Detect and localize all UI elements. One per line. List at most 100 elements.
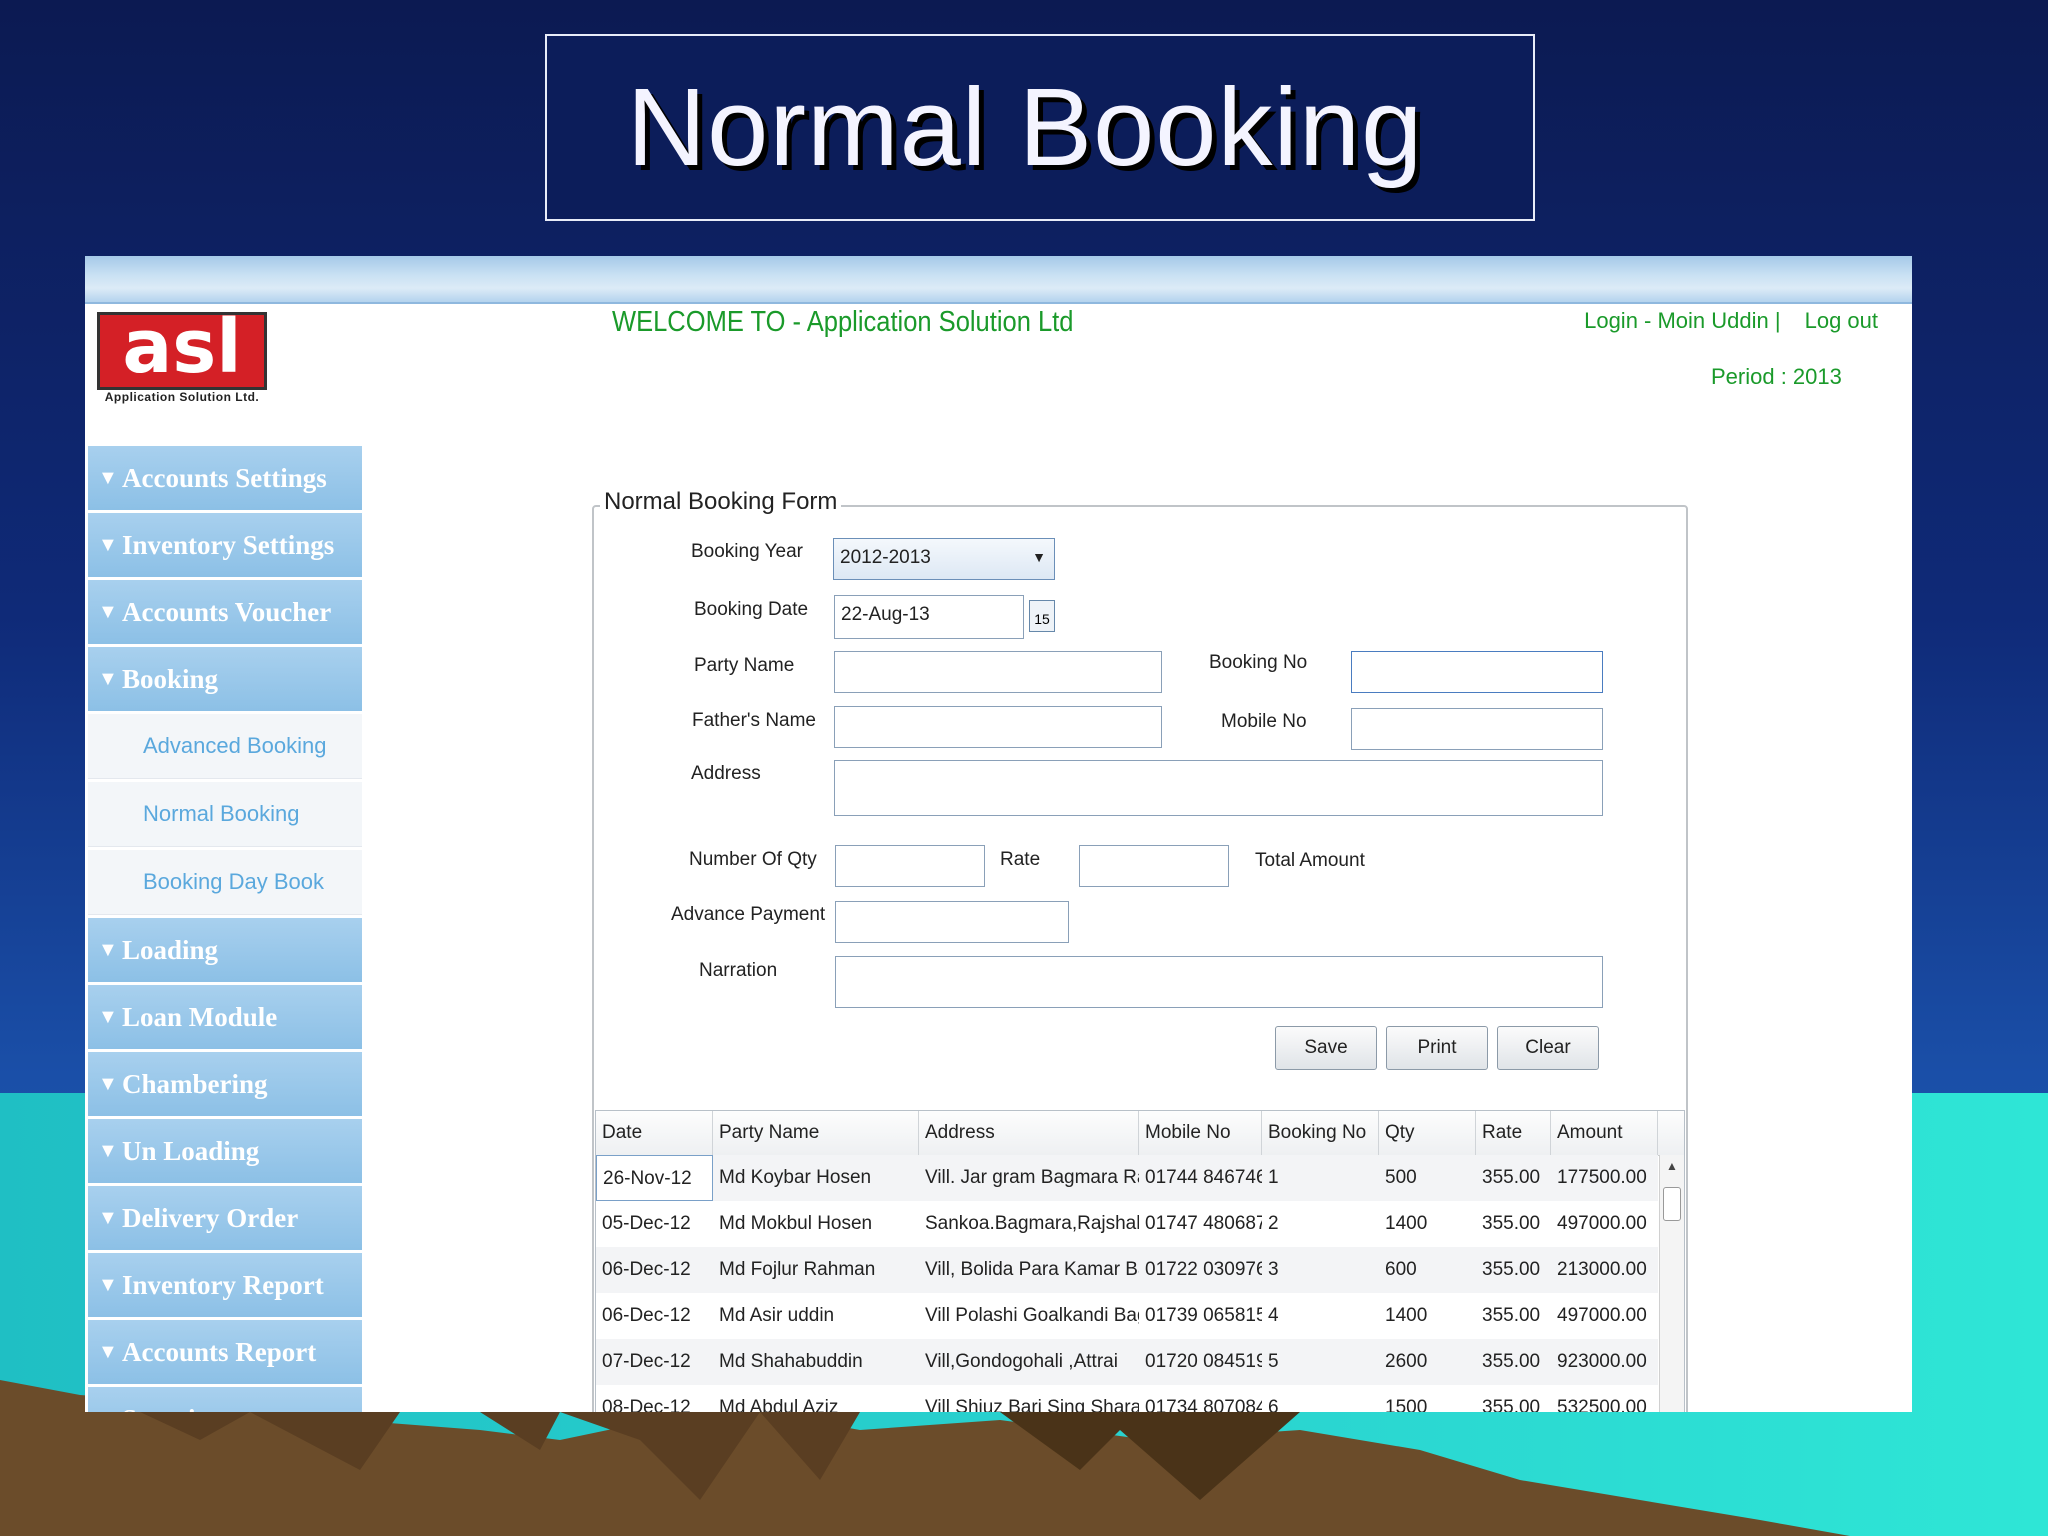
scroll-thumb[interactable] [1663,1187,1681,1221]
cell-qty: 2600 [1385,1351,1428,1372]
sidebar-item-label: Accounts Voucher [122,596,332,627]
number-of-qty-field[interactable] [835,845,985,887]
sidebar-item-accounts-voucher[interactable]: ▼ Accounts Voucher [88,580,362,644]
triangle-down-icon: ▼ [98,1408,118,1413]
cell-booking-no: 3 [1268,1259,1279,1280]
sidebar-subitem-booking-day-book[interactable]: Booking Day Book [88,850,362,915]
sidebar-item-inventory-settings[interactable]: ▼ Inventory Settings [88,513,362,577]
triangle-down-icon: ▼ [98,938,118,961]
period-label: Period : 2013 [1711,364,1842,389]
cell-qty: 1400 [1385,1305,1428,1326]
cell-party-name: Md Mokbul Hosen [719,1213,873,1234]
cell-booking-no: 4 [1268,1305,1279,1326]
table-row[interactable]: 06-Dec-12 Md Fojlur Rahman Vill, Bolida Pa… [596,1247,1658,1293]
column-header-mobile-no[interactable]: Mobile No [1139,1111,1262,1155]
logo-subtitle: Application Solution Ltd. [104,390,260,404]
sidebar-item-accounts-report[interactable]: ▼ Accounts Report [88,1320,362,1384]
party-name-label: Party Name [694,655,795,676]
booking-year-select[interactable]: 2012-2013 ▼ [833,538,1055,580]
table-row[interactable]: 05-Dec-12 Md Mokbul Hosen Sankoa.Bagmara,R… [596,1201,1658,1247]
triangle-down-icon: ▼ [98,600,118,623]
login-user-link[interactable]: Login - Moin Uddin | [1584,308,1781,333]
sidebar-item-inventory-report[interactable]: ▼ Inventory Report [88,1253,362,1317]
cell-mobile-no: 01734 807084 [1145,1397,1262,1412]
cell-mobile-no: 01720 084519 [1145,1351,1262,1372]
logo-text: asl [122,304,242,390]
cell-mobile-no: 01747 480687 [1145,1213,1262,1234]
column-header-qty[interactable]: Qty [1379,1111,1476,1155]
cell-party-name: Md Asir uddin [719,1305,835,1326]
rate-field[interactable] [1079,845,1229,887]
address-field[interactable] [834,760,1603,816]
column-header-rate[interactable]: Rate [1476,1111,1551,1155]
logout-link[interactable]: Log out [1805,308,1878,333]
cell-date: 06-Dec-12 [602,1259,691,1280]
mobile-no-field[interactable] [1351,708,1603,750]
company-logo: asl Application Solution Ltd. [97,304,267,408]
sidebar-item-accounts-settings[interactable]: ▼ Accounts Settings [88,446,362,510]
cell-amount: 532500.00 [1557,1397,1647,1412]
sidebar-subitem-normal-booking[interactable]: Normal Booking [88,782,362,847]
sidebar-item-booking[interactable]: ▼ Booking [88,647,362,711]
sidebar-item-loading[interactable]: ▼ Loading [88,918,362,982]
sidebar-item-label: Accounts Settings [122,462,327,493]
sidebar-item-delivery-order[interactable]: ▼ Delivery Order [88,1186,362,1250]
sidebar-item-label: Loan Module [122,1001,278,1032]
cell-party-name: Md Koybar Hosen [719,1167,872,1188]
sidebar-item-label: Accounts Report [122,1336,317,1367]
triangle-down-icon: ▼ [98,1072,118,1095]
table-row[interactable]: 06-Dec-12 Md Asir uddin Vill Polashi Goalk… [596,1293,1658,1339]
booking-year-value: 2012-2013 [840,547,931,568]
table-row[interactable]: 08-Dec-12 Md Abdul Aziz Vill Shiuz Bari Si… [596,1385,1658,1412]
sidebar-item-label: Booking [122,663,219,694]
cell-rate: 355.00 [1482,1397,1541,1412]
cell-amount: 213000.00 [1557,1259,1647,1280]
login-area: Login - Moin Uddin | Log out [1584,308,1878,334]
column-header-party-name[interactable]: Party Name [713,1111,919,1155]
save-button[interactable]: Save [1275,1026,1377,1070]
fathers-name-field[interactable] [834,706,1162,748]
scroll-up-arrow-icon[interactable]: ▲ [1666,1159,1678,1173]
print-button[interactable]: Print [1386,1026,1488,1070]
chevron-down-icon: ▼ [1032,549,1046,565]
sidebar-item-un-loading[interactable]: ▼ Un Loading [88,1119,362,1183]
narration-field[interactable] [835,956,1603,1008]
triangle-down-icon: ▼ [98,466,118,489]
app-top-bar [85,256,1912,304]
narration-label: Narration [699,960,778,981]
cell-amount: 177500.00 [1557,1167,1647,1188]
sidebar-item-label: Inventory Settings [122,529,335,560]
table-row[interactable]: 07-Dec-12 Md Shahabuddin Vill,Gondogohali … [596,1339,1658,1385]
rate-label: Rate [1000,849,1041,870]
cell-booking-no: 5 [1268,1351,1279,1372]
column-header-amount[interactable]: Amount [1551,1111,1658,1155]
calendar-icon[interactable]: 15 [1029,600,1055,632]
cell-rate: 355.00 [1482,1305,1541,1326]
slide-title-box: Normal Booking [545,34,1535,221]
column-header-booking-no[interactable]: Booking No [1262,1111,1379,1155]
advance-payment-field[interactable] [835,901,1069,943]
cell-date: 26-Nov-12 [596,1155,713,1201]
party-name-field[interactable] [834,651,1162,693]
sidebar-item-security[interactable]: ▼ Security [88,1387,362,1412]
cell-qty: 1400 [1385,1213,1428,1234]
booking-no-field[interactable] [1351,651,1603,693]
cell-date: 08-Dec-12 [602,1397,691,1412]
sidebar-item-chambering[interactable]: ▼ Chambering [88,1052,362,1116]
column-header-date[interactable]: Date [596,1111,713,1155]
table-row[interactable]: 26-Nov-12 Md Koybar Hosen Vill. Jar gram B… [596,1155,1658,1201]
column-header-address[interactable]: Address [919,1111,1139,1155]
sidebar-item-loan-module[interactable]: ▼ Loan Module [88,985,362,1049]
clear-button[interactable]: Clear [1497,1026,1599,1070]
booking-year-label: Booking Year [691,541,803,562]
cell-date: 07-Dec-12 [602,1351,691,1372]
booking-date-field[interactable]: 22-Aug-13 [834,595,1024,639]
form-legend: Normal Booking Form [600,488,842,516]
sidebar-subitem-advanced-booking[interactable]: Advanced Booking [88,714,362,779]
cell-date: 05-Dec-12 [602,1213,691,1234]
cell-amount: 497000.00 [1557,1213,1647,1234]
grid-scrollbar[interactable]: ▲ [1659,1155,1684,1412]
triangle-down-icon: ▼ [98,667,118,690]
cell-qty: 1500 [1385,1397,1428,1412]
cell-booking-no: 1 [1268,1167,1279,1188]
